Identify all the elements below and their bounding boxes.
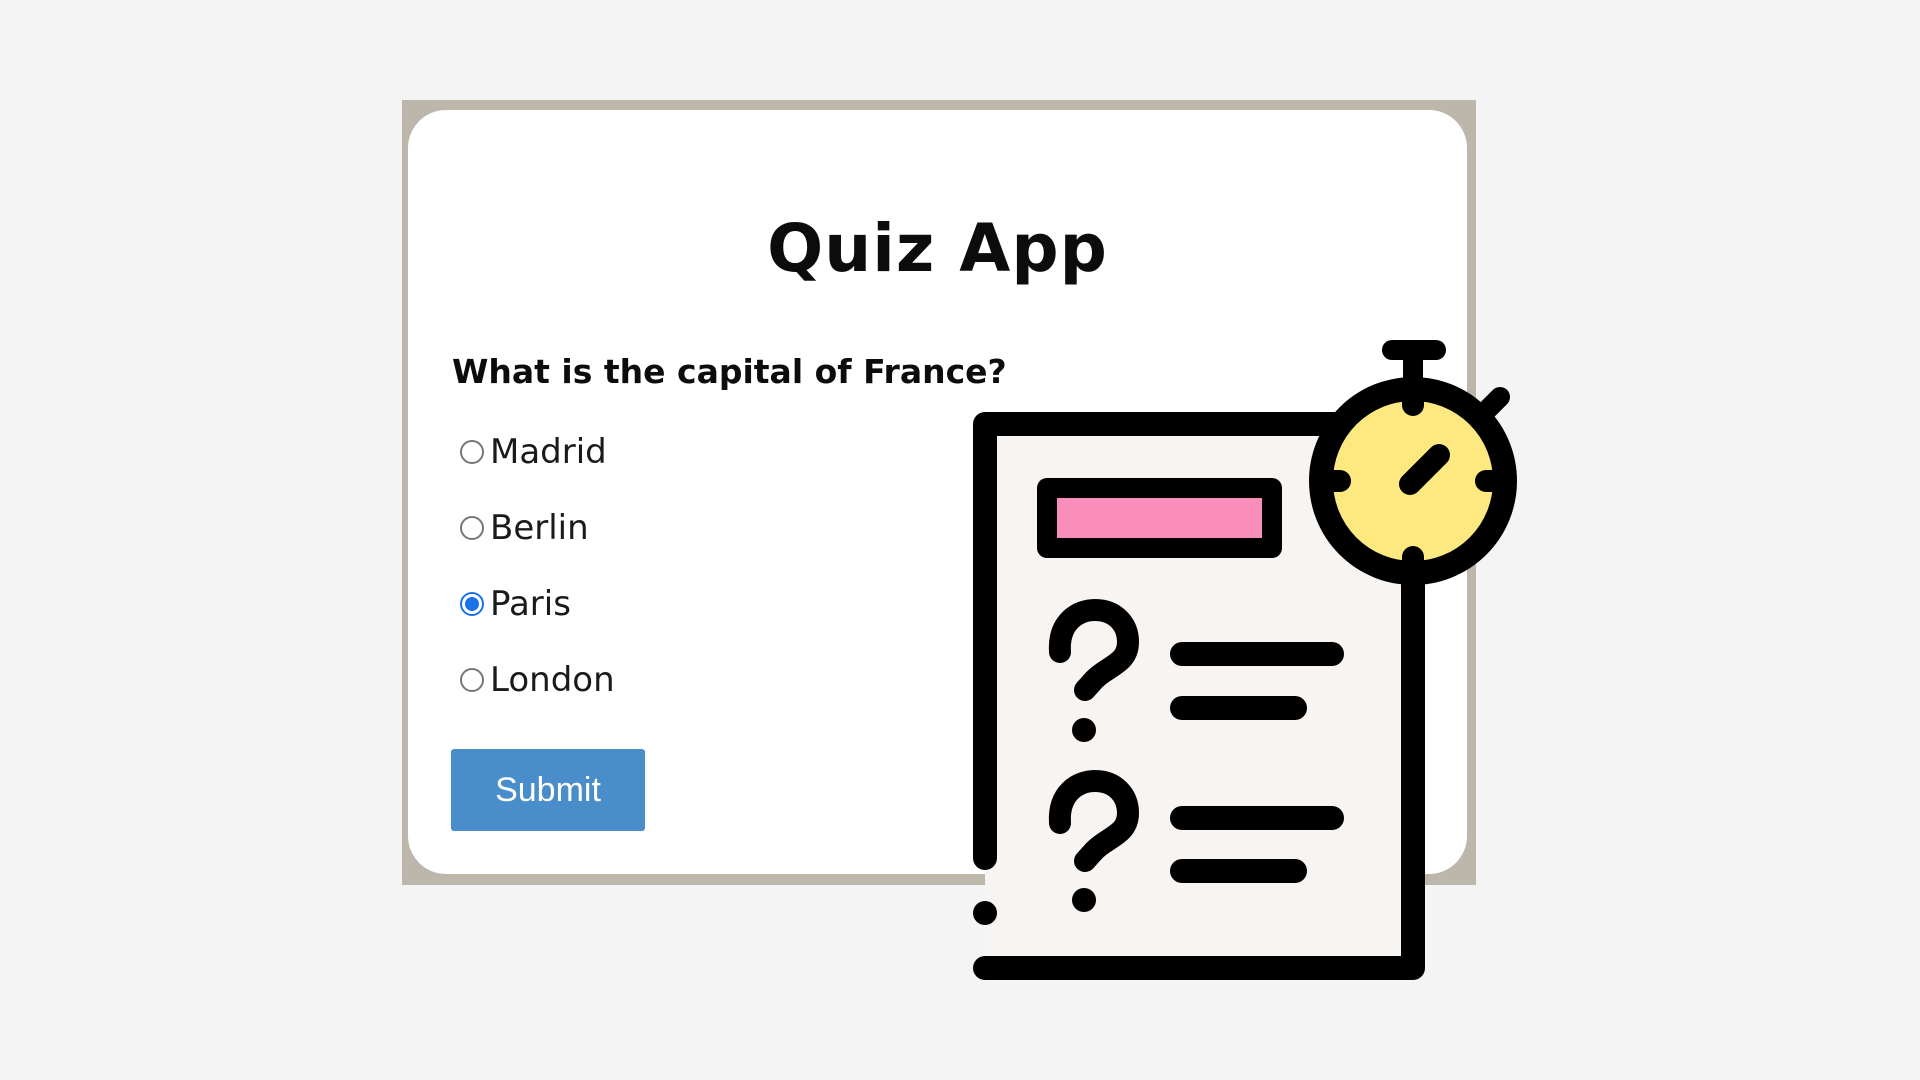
option-london[interactable]: London xyxy=(460,660,615,700)
submit-button[interactable]: Submit xyxy=(451,749,645,831)
option-paris[interactable]: Paris xyxy=(460,584,571,624)
quiz-timer-icon xyxy=(973,340,1517,980)
radio-paris[interactable] xyxy=(460,592,484,616)
page-title: Quiz App xyxy=(767,210,1108,287)
radio-berlin[interactable] xyxy=(460,516,484,540)
stopwatch-icon xyxy=(1309,340,1517,585)
option-label: London xyxy=(490,660,615,700)
option-label: Berlin xyxy=(490,508,589,548)
radio-london[interactable] xyxy=(460,668,484,692)
option-berlin[interactable]: Berlin xyxy=(460,508,589,548)
question-text: What is the capital of France? xyxy=(452,352,1007,391)
header-bar xyxy=(1037,478,1282,558)
question-dot-1 xyxy=(1072,718,1096,742)
question-dot-2 xyxy=(1072,888,1096,912)
radio-madrid[interactable] xyxy=(460,440,484,464)
option-madrid[interactable]: Madrid xyxy=(460,432,607,472)
paper-dot xyxy=(973,901,997,925)
option-label: Madrid xyxy=(490,432,607,472)
option-label: Paris xyxy=(490,584,571,624)
